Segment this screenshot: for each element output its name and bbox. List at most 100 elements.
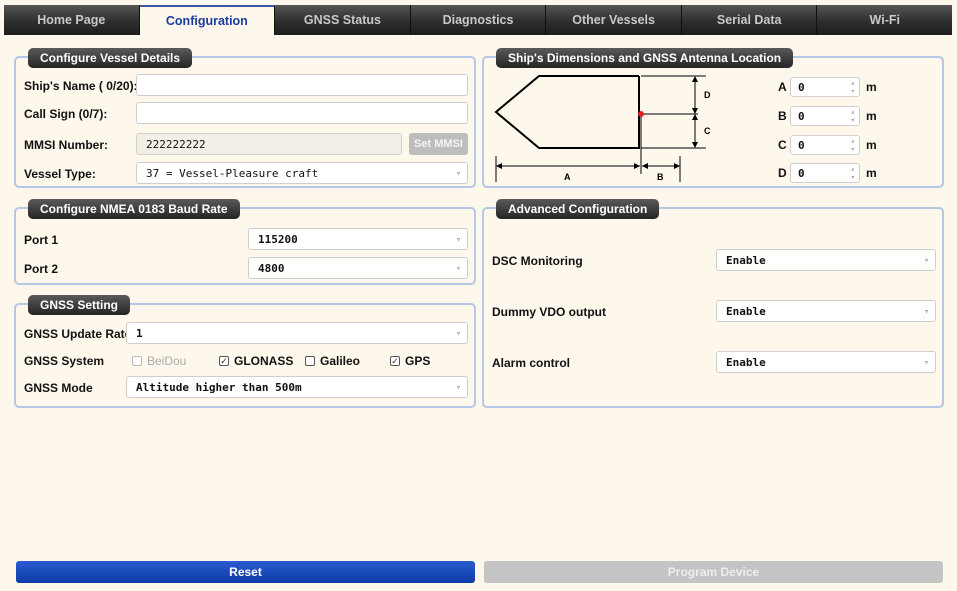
tab-configuration[interactable]: Configuration bbox=[139, 5, 276, 35]
chevron-down-icon: ▿ bbox=[456, 234, 461, 244]
dim-b-field-label: B bbox=[778, 109, 787, 123]
port2-select[interactable]: 4800 ▿ bbox=[248, 257, 468, 279]
alarm-control-label: Alarm control bbox=[492, 356, 571, 370]
dim-a-label: A bbox=[564, 172, 571, 182]
chevron-down-icon: ▿ bbox=[456, 382, 461, 392]
call-sign-input[interactable] bbox=[136, 102, 468, 124]
tab-wi-fi[interactable]: Wi-Fi bbox=[817, 5, 953, 35]
tab-serial-data[interactable]: Serial Data bbox=[681, 5, 818, 35]
vessel-type-label: Vessel Type: bbox=[24, 167, 96, 181]
checkbox-icon bbox=[305, 356, 315, 366]
advanced-config-panel: Advanced Configuration DSC Monitoring En… bbox=[482, 199, 944, 408]
gnss-mode-select[interactable]: Altitude higher than 500m ▿ bbox=[126, 376, 468, 398]
spinner-arrows-icon[interactable]: ▵ ▿ bbox=[851, 79, 855, 95]
chevron-down-icon: ▿ bbox=[456, 168, 461, 178]
chevron-down-icon: ▿ bbox=[456, 263, 461, 273]
dim-a-field-label: A bbox=[778, 80, 787, 94]
port2-value: 4800 bbox=[258, 261, 285, 275]
baud-rate-title: Configure NMEA 0183 Baud Rate bbox=[28, 199, 240, 219]
set-mmsi-button[interactable]: Set MMSI bbox=[409, 133, 468, 155]
mmsi-input[interactable] bbox=[136, 133, 402, 155]
ship-dimensions-panel: Ship's Dimensions and GNSS Antenna Locat… bbox=[482, 48, 944, 188]
dim-b-value: 0 bbox=[798, 109, 805, 123]
dim-d-unit: m bbox=[866, 166, 877, 180]
gps-label: GPS bbox=[405, 354, 431, 368]
dim-c-arrow-top bbox=[692, 114, 698, 120]
dsc-monitoring-value: Enable bbox=[726, 253, 766, 267]
advanced-config-title: Advanced Configuration bbox=[496, 199, 660, 219]
dim-d-label: D bbox=[704, 90, 711, 100]
spinner-arrows-icon[interactable]: ▵ ▿ bbox=[851, 137, 855, 153]
dim-a-input[interactable]: 0 ▵ ▿ bbox=[790, 77, 860, 97]
dim-b-arrow-left bbox=[642, 163, 648, 169]
gnss-mode-label: GNSS Mode bbox=[24, 381, 93, 395]
port1-label: Port 1 bbox=[24, 233, 59, 247]
dim-c-unit: m bbox=[866, 138, 877, 152]
vessel-details-title: Configure Vessel Details bbox=[28, 48, 193, 68]
tab-other-vessels[interactable]: Other Vessels bbox=[546, 5, 682, 35]
port2-label: Port 2 bbox=[24, 262, 59, 276]
dim-d-arrow-top bbox=[692, 76, 698, 82]
glonass-checkbox[interactable]: ✓ GLONASS bbox=[219, 354, 293, 368]
ship-name-input[interactable] bbox=[136, 74, 468, 96]
galileo-checkbox[interactable]: Galileo bbox=[305, 354, 360, 368]
dim-d-input[interactable]: 0 ▵ ▿ bbox=[790, 163, 860, 183]
ship-hull bbox=[494, 75, 640, 149]
vessel-type-value: 37 = Vessel-Pleasure craft bbox=[146, 166, 319, 180]
gnss-update-rate-value: 1 bbox=[136, 326, 143, 340]
chevron-down-icon: ▿ bbox=[456, 328, 461, 338]
chevron-down-icon: ▿ bbox=[924, 306, 929, 316]
dim-d-value: 0 bbox=[798, 166, 805, 180]
gnss-mode-value: Altitude higher than 500m bbox=[136, 380, 302, 394]
mmsi-label: MMSI Number: bbox=[24, 138, 108, 152]
port1-value: 115200 bbox=[258, 232, 298, 246]
program-device-button[interactable]: Program Device bbox=[484, 561, 943, 583]
dim-a-arrow-right bbox=[634, 163, 640, 169]
dim-b-input[interactable]: 0 ▵ ▿ bbox=[790, 106, 860, 126]
checkmark-icon: ✓ bbox=[390, 356, 400, 366]
tab-diagnostics[interactable]: Diagnostics bbox=[410, 5, 547, 35]
gnss-setting-title: GNSS Setting bbox=[28, 295, 131, 315]
gnss-update-rate-label: GNSS Update Rate bbox=[24, 327, 132, 341]
dim-d-field-label: D bbox=[778, 166, 787, 180]
gnss-system-label: GNSS System bbox=[24, 354, 105, 368]
antenna-marker bbox=[638, 111, 644, 117]
spinner-arrows-icon[interactable]: ▵ ▿ bbox=[851, 108, 855, 124]
chevron-down-icon: ▿ bbox=[924, 357, 929, 367]
gps-checkbox[interactable]: ✓ GPS bbox=[390, 354, 430, 368]
dim-c-arrow-bottom bbox=[692, 142, 698, 148]
reset-button[interactable]: Reset bbox=[16, 561, 475, 583]
checkbox-icon bbox=[132, 356, 142, 366]
dim-c-input[interactable]: 0 ▵ ▿ bbox=[790, 135, 860, 155]
tab-home-page[interactable]: Home Page bbox=[4, 5, 140, 35]
dummy-vdo-value: Enable bbox=[726, 304, 766, 318]
spinner-arrows-icon[interactable]: ▵ ▿ bbox=[851, 165, 855, 181]
dim-d-arrow-bottom bbox=[692, 108, 698, 114]
alarm-control-value: Enable bbox=[726, 355, 766, 369]
vessel-type-select[interactable]: 37 = Vessel-Pleasure craft ▿ bbox=[136, 162, 468, 184]
dim-a-arrow-left bbox=[496, 163, 502, 169]
beidou-checkbox[interactable]: BeiDou bbox=[132, 354, 186, 368]
dim-b-arrow-right bbox=[674, 163, 680, 169]
gnss-update-rate-select[interactable]: 1 ▿ bbox=[126, 322, 468, 344]
dim-b-label: B bbox=[657, 172, 664, 182]
dim-c-field-label: C bbox=[778, 138, 787, 152]
alarm-control-select[interactable]: Enable ▿ bbox=[716, 351, 936, 373]
ship-diagram: D C A B bbox=[494, 75, 711, 182]
baud-rate-panel: Configure NMEA 0183 Baud Rate Port 1 115… bbox=[14, 199, 476, 285]
dim-b-unit: m bbox=[866, 109, 877, 123]
dummy-vdo-label: Dummy VDO output bbox=[492, 305, 606, 319]
dim-a-unit: m bbox=[866, 80, 877, 94]
gnss-setting-panel: GNSS Setting GNSS Update Rate 1 ▿ GNSS S… bbox=[14, 295, 476, 408]
call-sign-label: Call Sign (0/7): bbox=[24, 107, 108, 121]
dsc-monitoring-select[interactable]: Enable ▿ bbox=[716, 249, 936, 271]
port1-select[interactable]: 115200 ▿ bbox=[248, 228, 468, 250]
tab-bar: Home Page Configuration GNSS Status Diag… bbox=[4, 5, 953, 35]
dim-a-value: 0 bbox=[798, 80, 805, 94]
galileo-label: Galileo bbox=[320, 354, 361, 368]
dsc-monitoring-label: DSC Monitoring bbox=[492, 254, 583, 268]
dummy-vdo-select[interactable]: Enable ▿ bbox=[716, 300, 936, 322]
dim-c-value: 0 bbox=[798, 138, 805, 152]
ship-dimensions-title: Ship's Dimensions and GNSS Antenna Locat… bbox=[496, 48, 794, 68]
tab-gnss-status[interactable]: GNSS Status bbox=[275, 5, 411, 35]
